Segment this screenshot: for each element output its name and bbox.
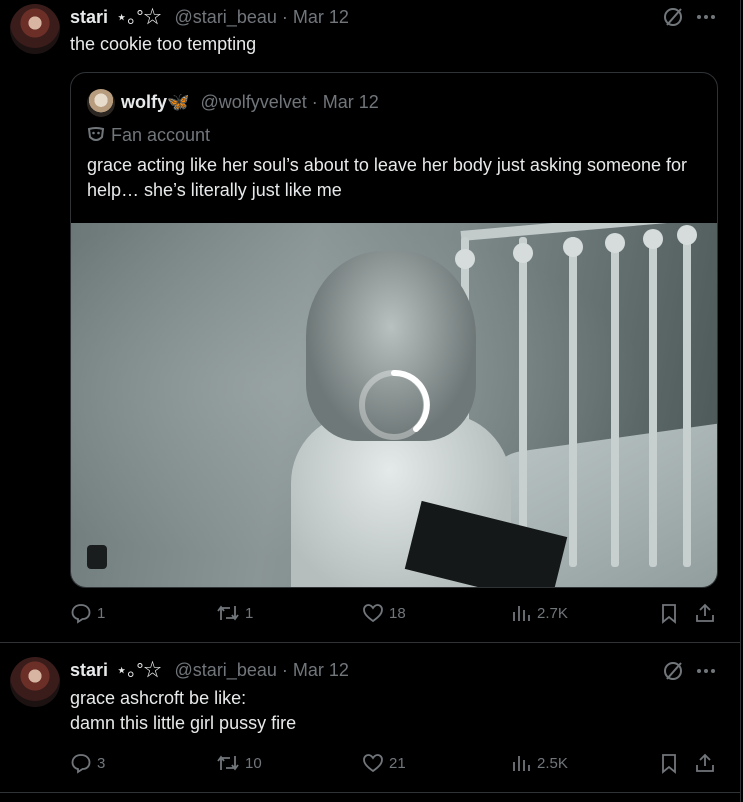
views-icon: [513, 756, 530, 771]
reply-button[interactable]: 3: [70, 752, 105, 774]
post-divider: [0, 792, 740, 793]
post-header: stari ⋆｡°☆ @stari_beau · Mar 12: [70, 6, 349, 28]
quote-header: wolfy🦋 @wolfyvelvet · Mar 12: [121, 91, 379, 113]
post-date[interactable]: Mar 12: [293, 660, 349, 680]
post-text-line: grace ashcroft be like:: [70, 688, 247, 708]
post-divider: [0, 642, 740, 643]
reply-button[interactable]: 1: [70, 602, 105, 624]
avatar[interactable]: [10, 4, 60, 54]
bookmark-icon: [662, 604, 676, 624]
heart-icon: [363, 754, 383, 773]
post-actions: 1 1 18 2.7K: [70, 602, 720, 628]
quote-avatar[interactable]: [87, 89, 115, 117]
slashed-circle-icon[interactable]: [662, 6, 684, 28]
video-player[interactable]: [71, 223, 717, 587]
views-button[interactable]: 2.5K: [510, 752, 568, 774]
views-count: 2.5K: [537, 754, 568, 772]
media-badge[interactable]: [87, 545, 107, 569]
author-handle[interactable]: @stari_beau: [175, 7, 277, 27]
views-count: 2.7K: [537, 604, 568, 622]
share-icon: [696, 753, 714, 772]
reply-icon: [71, 604, 91, 624]
like-button[interactable]: 21: [362, 752, 406, 774]
like-count: 18: [389, 604, 406, 622]
author-name[interactable]: stari: [70, 7, 108, 27]
separator: ·: [281, 660, 288, 680]
mask-icon: [87, 126, 105, 144]
share-icon: [696, 603, 714, 622]
quote-date[interactable]: Mar 12: [323, 92, 379, 112]
loading-spinner-icon: [356, 367, 432, 443]
slashed-circle-icon[interactable]: [662, 660, 684, 682]
views-icon: [513, 606, 530, 621]
repost-count: 10: [245, 754, 262, 772]
heart-icon: [363, 604, 383, 623]
post-text-line: damn this little girl pussy fire: [70, 713, 297, 733]
post-1[interactable]: stari ⋆｡°☆ @stari_beau · Mar 12 the cook…: [0, 0, 740, 642]
share-button[interactable]: [694, 752, 716, 774]
author-handle[interactable]: @stari_beau: [175, 660, 277, 680]
timeline-border: [740, 0, 741, 802]
post-2[interactable]: stari ⋆｡°☆ @stari_beau · Mar 12 grace as…: [0, 652, 740, 792]
bookmark-icon: [662, 754, 676, 774]
like-count: 21: [389, 754, 406, 772]
reply-count: 1: [97, 604, 106, 622]
bookmark-button[interactable]: [658, 602, 680, 624]
repost-button[interactable]: 10: [216, 752, 262, 774]
repost-icon: [217, 755, 239, 771]
more-dots-icon[interactable]: [694, 8, 718, 26]
avatar[interactable]: [10, 657, 60, 707]
author-decoration: ⋆｡°☆: [116, 660, 162, 680]
views-button[interactable]: 2.7K: [510, 602, 568, 624]
post-header: stari ⋆｡°☆ @stari_beau · Mar 12: [70, 659, 349, 681]
repost-count: 1: [245, 604, 254, 622]
post-text: grace ashcroft be like: damn this little…: [70, 686, 296, 736]
fan-account-label: Fan account: [87, 123, 210, 147]
author-name[interactable]: stari: [70, 660, 108, 680]
fan-account-text: Fan account: [111, 125, 211, 145]
bookmark-button[interactable]: [658, 752, 680, 774]
like-button[interactable]: 18: [362, 602, 406, 624]
butterfly-icon: 🦋: [167, 92, 190, 112]
repost-button[interactable]: 1: [216, 602, 253, 624]
post-text: the cookie too tempting: [70, 34, 257, 54]
reply-count: 3: [97, 754, 106, 772]
author-decoration: ⋆｡°☆: [116, 7, 162, 27]
repost-icon: [217, 605, 239, 621]
more-dots-icon[interactable]: [694, 662, 718, 680]
quote-author-name[interactable]: wolfy: [121, 92, 167, 112]
quote-author-handle[interactable]: @wolfyvelvet: [200, 92, 306, 112]
post-date[interactable]: Mar 12: [293, 7, 349, 27]
share-button[interactable]: [694, 602, 716, 624]
quote-text: grace acting like her soul’s about to le…: [87, 155, 688, 200]
reply-icon: [71, 754, 91, 774]
separator: ·: [281, 7, 288, 27]
post-actions: 3 10 21 2.5K: [70, 752, 720, 778]
quoted-post[interactable]: wolfy🦋 @wolfyvelvet · Mar 12 Fan account…: [70, 72, 718, 588]
separator: ·: [311, 92, 318, 112]
